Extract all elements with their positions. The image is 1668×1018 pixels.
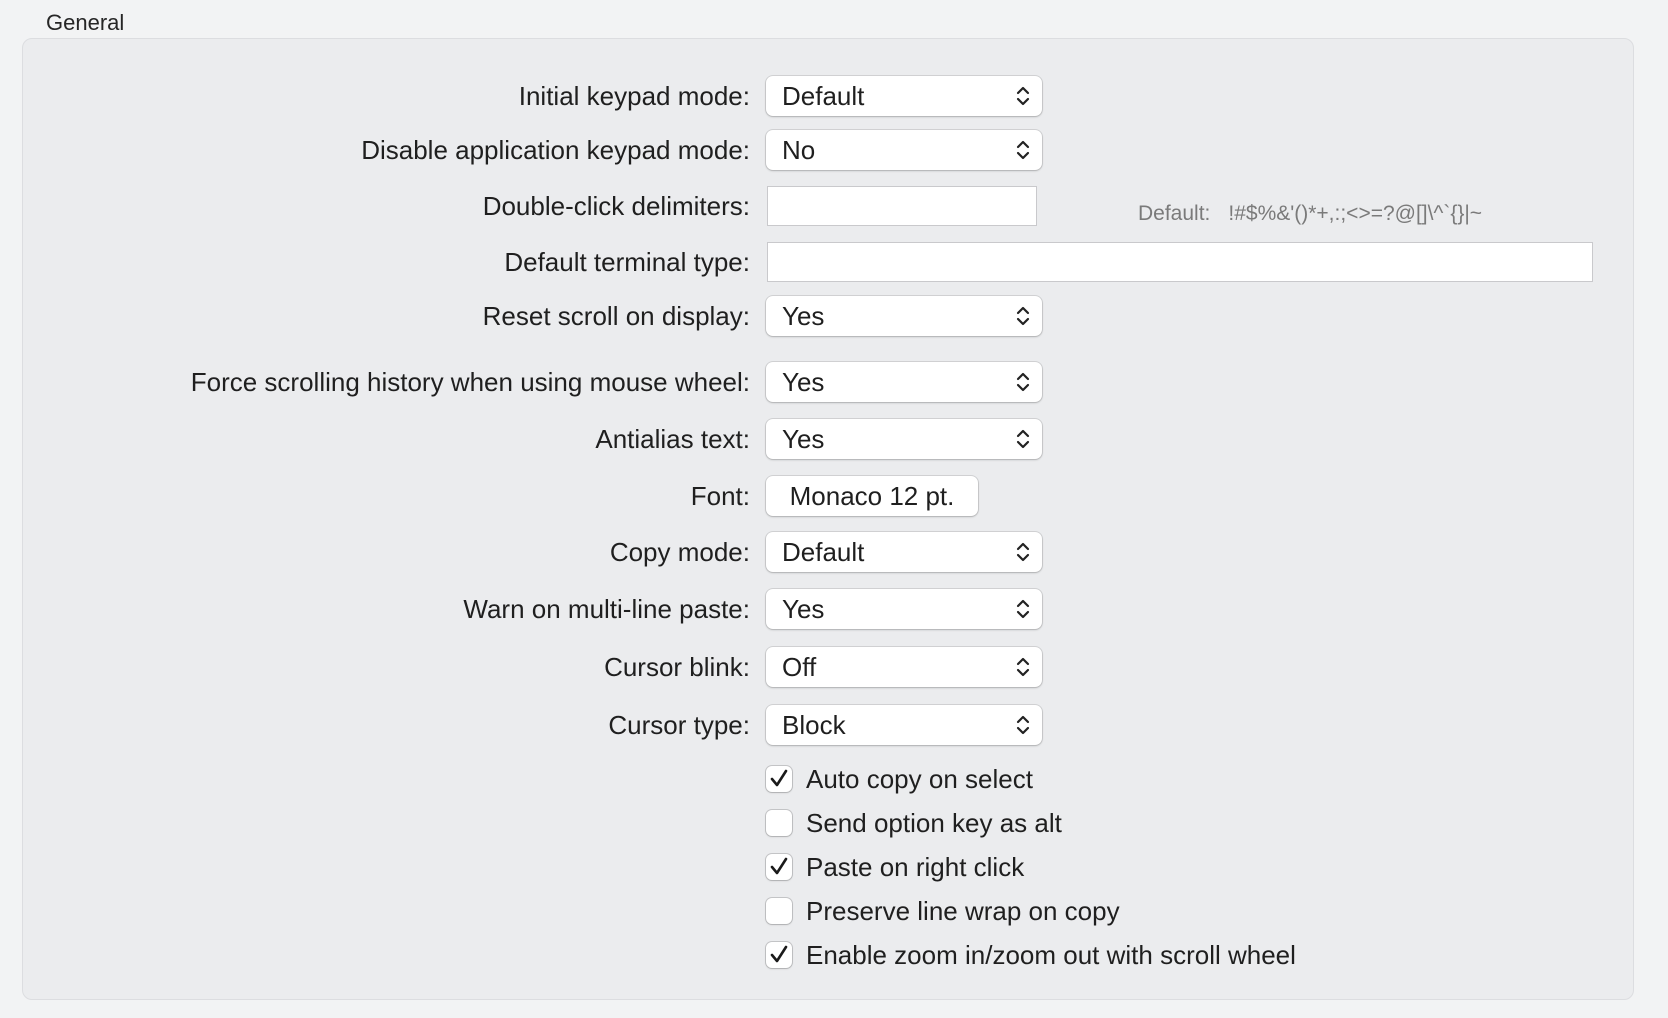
copy-mode-popup[interactable]: Default [766,532,1042,572]
cursor-blink-label: Cursor blink: [604,652,750,682]
popup-value: No [782,135,816,165]
font-select-button[interactable]: Monaco 12 pt. [766,476,978,516]
cursor-blink-popup[interactable]: Off [766,647,1042,687]
double-click-delimiters-field[interactable] [767,186,1037,226]
checkbox-label: Auto copy on select [806,764,1033,794]
checkbox-box[interactable] [766,898,792,924]
checkbox-label: Enable zoom in/zoom out with scroll whee… [806,940,1296,970]
checkbox-label: Paste on right click [806,852,1025,882]
chevron-up-down-icon [1014,370,1032,394]
checkbox-box[interactable] [766,810,792,836]
chevron-up-down-icon [1014,304,1032,328]
popup-value: Yes [782,424,825,454]
double-click-delimiters-default-hint: Default: !#$%&'()*+,:;<>=?@[]\^`{}|~ [1138,202,1482,226]
chevron-up-down-icon [1014,138,1032,162]
hint-value: !#$%&'()*+,:;<>=?@[]\^`{}|~ [1228,202,1483,225]
reset-scroll-on-display-popup[interactable]: Yes [766,296,1042,336]
warn-multiline-paste-popup[interactable]: Yes [766,589,1042,629]
antialias-text-label: Antialias text: [595,424,750,454]
disable-app-keypad-mode-label: Disable application keypad mode: [361,135,750,165]
section-title: General [46,10,125,35]
popup-value: Default [782,81,865,111]
cursor-type-label: Cursor type: [608,710,750,740]
chevron-up-down-icon [1014,427,1032,451]
force-scrolling-history-label: Force scrolling history when using mouse… [190,367,750,397]
chevron-up-down-icon [1014,713,1032,737]
chevron-up-down-icon [1014,655,1032,679]
cursor-type-popup[interactable]: Block [766,705,1042,745]
reset-scroll-on-display-label: Reset scroll on display: [482,301,750,331]
antialias-text-popup[interactable]: Yes [766,419,1042,459]
popup-value: Off [782,652,817,682]
force-scrolling-history-popup[interactable]: Yes [766,362,1042,402]
popup-value: Default [782,537,865,567]
chevron-up-down-icon [1014,597,1032,621]
font-label: Font: [690,481,750,511]
checkbox-box[interactable] [766,854,792,880]
initial-keypad-mode-label: Initial keypad mode: [518,81,750,111]
copy-mode-label: Copy mode: [609,537,750,567]
double-click-delimiters-label: Double-click delimiters: [482,191,750,221]
popup-value: Block [782,710,846,740]
warn-multiline-paste-label: Warn on multi-line paste: [463,594,750,624]
checkbox-box[interactable] [766,766,792,792]
chevron-up-down-icon [1014,540,1032,564]
default-terminal-type-label: Default terminal type: [504,247,750,277]
checkmark-icon [770,945,788,963]
checkbox-box[interactable] [766,942,792,968]
default-terminal-type-field[interactable] [767,242,1593,282]
initial-keypad-mode-popup[interactable]: Default [766,76,1042,116]
checkmark-icon [770,857,788,875]
disable-app-keypad-mode-popup[interactable]: No [766,130,1042,170]
chevron-up-down-icon [1014,84,1032,108]
checkbox-label: Send option key as alt [806,808,1062,838]
checkbox-label: Preserve line wrap on copy [806,896,1120,926]
popup-value: Yes [782,594,825,624]
popup-value: Yes [782,301,825,331]
popup-value: Yes [782,367,825,397]
hint-label: Default: [1138,202,1211,225]
checkmark-icon [770,769,788,787]
